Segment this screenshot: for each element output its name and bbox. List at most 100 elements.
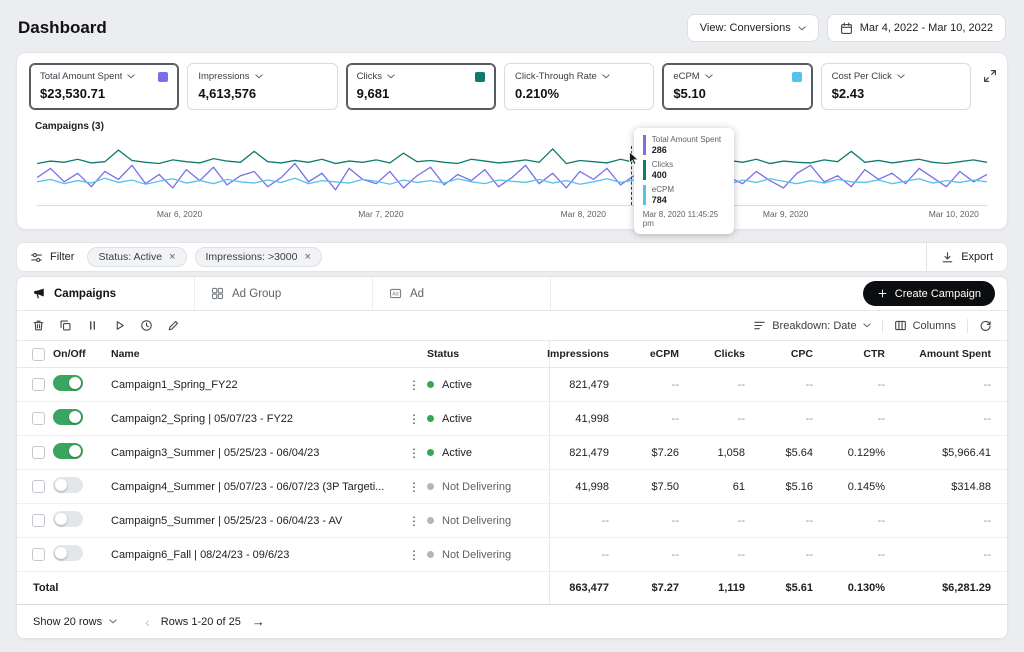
chart-line-total-amount-spent xyxy=(37,164,987,190)
columns-label: Columns xyxy=(913,320,956,332)
metric-card-5[interactable]: eCPM $5.10 xyxy=(662,63,812,110)
cell-value: -- xyxy=(829,413,901,425)
total-cpc: $5.61 xyxy=(761,582,829,594)
metric-card-4[interactable]: Click-Through Rate 0.210% xyxy=(504,63,654,110)
chevron-down-icon[interactable] xyxy=(897,74,905,79)
x-tick-label: Mar 8, 2020 xyxy=(561,209,606,219)
rows-per-page-selector[interactable]: Show 20 rows xyxy=(33,616,117,628)
duplicate-icon[interactable] xyxy=(59,319,72,332)
row-checkbox[interactable] xyxy=(32,378,45,391)
row-menu-icon[interactable]: ⋮ xyxy=(401,480,427,494)
toggle-knob xyxy=(55,513,67,525)
campaign-toggle[interactable] xyxy=(53,477,83,493)
row-menu-icon[interactable]: ⋮ xyxy=(401,412,427,426)
tab-campaigns[interactable]: Campaigns xyxy=(17,277,195,310)
metric-card-2[interactable]: Impressions 4,613,576 xyxy=(187,63,337,110)
table-row: Campaign1_Spring_FY22 ⋮ Active 821,479--… xyxy=(17,368,1007,402)
prev-page-icon[interactable]: ‹ xyxy=(145,614,150,630)
tooltip-timestamp: Mar 8, 2020 11:45:25 pm xyxy=(643,210,725,228)
metric-color-swatch xyxy=(158,72,168,82)
chevron-down-icon[interactable] xyxy=(127,74,135,79)
row-checkbox[interactable] xyxy=(32,412,45,425)
table-total-row: Total 863,477 $7.27 1,119 $5.61 0.130% $… xyxy=(17,572,1007,605)
filter-button-label: Filter xyxy=(50,251,74,263)
chevron-down-icon[interactable] xyxy=(387,74,395,79)
campaign-toggle[interactable] xyxy=(53,443,83,459)
toggle-knob xyxy=(69,445,81,457)
campaign-toggle[interactable] xyxy=(53,409,83,425)
next-page-icon[interactable]: → xyxy=(252,614,265,629)
tab-ad[interactable]: Ad Ad xyxy=(373,277,551,310)
metric-card-3[interactable]: Clicks 9,681 xyxy=(346,63,496,110)
metric-card-1[interactable]: Total Amount Spent $23,530.71 xyxy=(29,63,179,110)
row-checkbox[interactable] xyxy=(32,548,45,561)
pagination-label: Rows 1-20 of 25 xyxy=(161,616,241,628)
chevron-down-icon xyxy=(863,323,871,328)
row-checkbox[interactable] xyxy=(32,446,45,459)
export-button[interactable]: Export xyxy=(926,243,1007,271)
cell-value: -- xyxy=(761,413,829,425)
row-menu-icon[interactable]: ⋮ xyxy=(401,446,427,460)
chevron-down-icon[interactable] xyxy=(255,74,263,79)
metric-value: $2.43 xyxy=(832,86,960,101)
breakdown-selector[interactable]: Breakdown: Date xyxy=(753,319,870,332)
ad-icon: Ad xyxy=(389,287,402,300)
cell-value: -- xyxy=(761,379,829,391)
trash-icon[interactable] xyxy=(32,319,45,332)
create-campaign-button[interactable]: Create Campaign xyxy=(863,281,995,306)
table-row: Campaign4_Summer | 05/07/23 - 06/07/23 (… xyxy=(17,470,1007,504)
date-range-picker[interactable]: Mar 4, 2022 - Mar 10, 2022 xyxy=(827,14,1006,42)
chevron-down-icon[interactable] xyxy=(705,74,713,79)
tab-label: Ad Group xyxy=(232,288,281,300)
chevron-down-icon[interactable] xyxy=(602,74,610,79)
page-title: Dashboard xyxy=(18,18,107,38)
metric-card-6[interactable]: Cost Per Click $2.43 xyxy=(821,63,971,110)
filter-chip[interactable]: Status: Active× xyxy=(87,247,186,267)
cell-value: -- xyxy=(901,413,1007,425)
campaigns-chart[interactable]: Total Amount Spent286Clicks400eCPM784 Ma… xyxy=(37,144,987,206)
table-row: Campaign6_Fall | 08/24/23 - 09/6/23 ⋮ No… xyxy=(17,538,1007,572)
row-menu-icon[interactable]: ⋮ xyxy=(401,548,427,562)
x-tick-label: Mar 10, 2020 xyxy=(929,209,979,219)
cell-value: -- xyxy=(829,549,901,561)
toggle-knob xyxy=(69,411,81,423)
metric-value: 4,613,576 xyxy=(198,86,326,101)
campaign-toggle[interactable] xyxy=(53,545,83,561)
campaign-toggle[interactable] xyxy=(53,511,83,527)
view-selector[interactable]: View: Conversions xyxy=(687,14,819,42)
filter-chip[interactable]: Impressions: >3000× xyxy=(195,247,322,267)
rows-per-page-label: Show 20 rows xyxy=(33,616,102,628)
pause-icon[interactable] xyxy=(86,319,99,332)
toolbar-right: Breakdown: Date Columns xyxy=(753,319,992,333)
table-header-row: On/Off Name Status Impressions eCPM Clic… xyxy=(17,341,1007,368)
history-icon[interactable] xyxy=(140,319,153,332)
close-icon[interactable]: × xyxy=(169,252,175,263)
status-label: Not Delivering xyxy=(442,549,511,561)
play-icon[interactable] xyxy=(113,319,126,332)
tab-label: Ad xyxy=(410,288,424,300)
select-all-checkbox[interactable] xyxy=(32,348,45,361)
metric-value: 0.210% xyxy=(515,86,643,101)
metric-label: eCPM xyxy=(673,71,699,82)
filter-icon xyxy=(30,251,43,264)
row-checkbox[interactable] xyxy=(32,480,45,493)
tab-ad-group[interactable]: Ad Group xyxy=(195,277,373,310)
columns-button[interactable]: Columns xyxy=(894,319,956,332)
chart-x-axis: Mar 6, 2020Mar 7, 2020Mar 8, 2020Mar 9, … xyxy=(37,206,987,221)
row-menu-icon[interactable]: ⋮ xyxy=(401,378,427,392)
edit-icon[interactable] xyxy=(167,319,180,332)
filter-button[interactable]: Filter xyxy=(17,243,87,271)
status-label: Active xyxy=(442,413,472,425)
page-header: Dashboard View: Conversions Mar 4, 2022 … xyxy=(0,0,1024,52)
campaign-toggle[interactable] xyxy=(53,375,83,391)
table-row: Campaign3_Summer | 05/25/23 - 06/04/23 ⋮… xyxy=(17,436,1007,470)
x-tick-label: Mar 6, 2020 xyxy=(157,209,202,219)
status-badge: Active xyxy=(427,413,549,425)
row-checkbox[interactable] xyxy=(32,514,45,527)
expand-icon[interactable] xyxy=(983,69,997,83)
row-menu-icon[interactable]: ⋮ xyxy=(401,514,427,528)
cell-value: $5.64 xyxy=(761,447,829,459)
close-icon[interactable]: × xyxy=(304,252,310,263)
refresh-icon[interactable] xyxy=(979,319,992,332)
cell-value: -- xyxy=(829,379,901,391)
